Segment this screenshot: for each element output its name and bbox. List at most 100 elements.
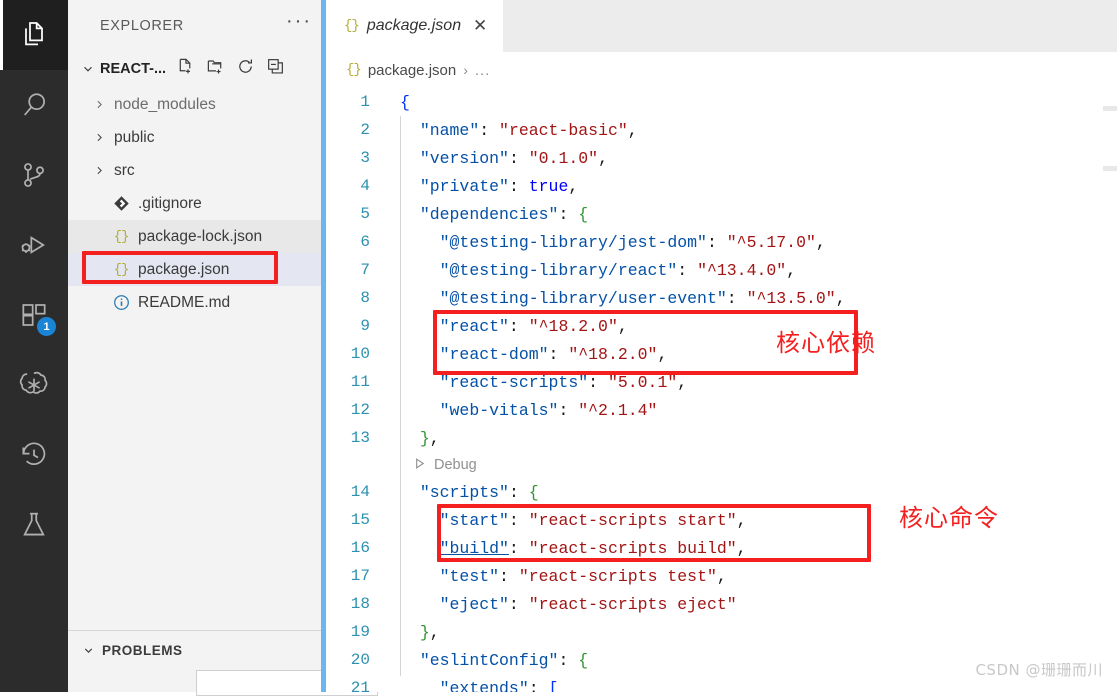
- play-icon: [412, 456, 427, 475]
- codelens-debug[interactable]: Debug: [326, 452, 1117, 478]
- line-content: "eslintConfig": {: [419, 650, 589, 670]
- line-number: 6: [360, 233, 370, 251]
- line-number: 7: [360, 261, 370, 279]
- folder-root-row[interactable]: REACT-...: [68, 52, 326, 86]
- activity-item-testing[interactable]: [0, 490, 68, 560]
- tree-item-gitignore[interactable]: .gitignore: [68, 187, 326, 220]
- codelens-label[interactable]: Debug: [434, 457, 477, 473]
- openai-icon: [18, 369, 50, 401]
- line-number: 17: [350, 567, 370, 585]
- folder-root-name: REACT-...: [100, 61, 167, 77]
- code-editor[interactable]: 1{2 "name": "react-basic", 3 "version": "…: [326, 88, 1117, 692]
- code-line[interactable]: 9 "react": "^18.2.0",: [326, 312, 1117, 340]
- code-line[interactable]: 17 "test": "react-scripts test",: [326, 562, 1117, 590]
- sidebar-more-actions-icon[interactable]: ···: [286, 11, 312, 36]
- code-line[interactable]: 10 "react-dom": "^18.2.0",: [326, 340, 1117, 368]
- code-line[interactable]: 12 "web-vitals": "^2.1.4": [326, 396, 1117, 424]
- breadcrumb-file[interactable]: package.json: [368, 62, 456, 79]
- line-content: "extends": [: [439, 678, 559, 693]
- line-number: 5: [360, 205, 370, 223]
- source-control-icon: [18, 159, 50, 191]
- code-line[interactable]: 7 "@testing-library/react": "^13.4.0",: [326, 256, 1117, 284]
- activity-item-extensions[interactable]: 1: [0, 280, 68, 350]
- line-number: 19: [350, 623, 370, 641]
- activity-item-timeline[interactable]: [0, 420, 68, 490]
- code-line[interactable]: 21 "extends": [: [326, 674, 1117, 693]
- code-line[interactable]: 3 "version": "0.1.0",: [326, 144, 1117, 172]
- problems-panel: PROBLEMS: [68, 630, 378, 696]
- activity-bar: 1: [0, 0, 68, 692]
- tree-item-public[interactable]: public: [68, 121, 326, 154]
- code-line[interactable]: 6 "@testing-library/jest-dom": "^5.17.0"…: [326, 228, 1117, 256]
- tree-item-package-lock-json[interactable]: {} package-lock.json: [68, 220, 326, 253]
- tree-item-label: package-lock.json: [138, 227, 263, 245]
- line-content: "react-scripts": "5.0.1",: [439, 372, 688, 392]
- overview-ruler[interactable]: [1103, 88, 1117, 692]
- line-content: "web-vitals": "^2.1.4": [439, 400, 658, 420]
- files-icon: [18, 19, 50, 51]
- code-line[interactable]: 18 "eject": "react-scripts eject": [326, 590, 1117, 618]
- chevron-right-icon: [90, 164, 108, 177]
- line-content: {: [400, 92, 410, 112]
- activity-item-explorer[interactable]: [0, 0, 68, 70]
- breadcrumb-overflow[interactable]: ...: [475, 62, 491, 79]
- activity-item-source-control[interactable]: [0, 140, 68, 210]
- line-content: },: [419, 428, 440, 448]
- line-number: 21: [350, 679, 370, 692]
- vscode-window: 1 EXPLORER ··· REACT-... node_modules pu…: [0, 0, 1117, 696]
- code-line[interactable]: 16 "build": "react-scripts build",: [326, 534, 1117, 562]
- line-number: 9: [360, 317, 370, 335]
- line-content: "@testing-library/jest-dom": "^5.17.0",: [439, 232, 826, 252]
- problems-header[interactable]: PROBLEMS: [68, 631, 326, 669]
- line-number: 20: [350, 651, 370, 669]
- code-line[interactable]: 4 "private": true,: [326, 172, 1117, 200]
- activity-item-run-and-debug[interactable]: [0, 210, 68, 280]
- line-content: "scripts": {: [419, 482, 539, 502]
- line-content: "eject": "react-scripts eject": [439, 594, 737, 614]
- tab-package-json[interactable]: {} package.json ✕: [326, 0, 504, 52]
- code-line[interactable]: 19 },: [326, 618, 1117, 646]
- line-number: 1: [360, 93, 370, 111]
- line-number: 10: [350, 345, 370, 363]
- line-content: },: [419, 622, 440, 642]
- code-line[interactable]: 1{: [326, 88, 1117, 116]
- code-line[interactable]: 11 "react-scripts": "5.0.1",: [326, 368, 1117, 396]
- tree-item-package-json[interactable]: {} package.json: [68, 253, 326, 286]
- code-line[interactable]: 15 "start": "react-scripts start",: [326, 506, 1117, 534]
- activity-item-chatgpt[interactable]: [0, 350, 68, 420]
- tree-item-node_modules[interactable]: node_modules: [68, 88, 326, 121]
- chevron-down-icon: [78, 59, 98, 79]
- sidebar-filler: [68, 319, 326, 630]
- new-file-icon[interactable]: [176, 57, 195, 81]
- breadcrumb: {} package.json › ...: [326, 52, 1117, 88]
- info-icon: [110, 294, 132, 311]
- activity-item-search[interactable]: [0, 70, 68, 140]
- close-icon[interactable]: ✕: [469, 16, 491, 36]
- line-number: 3: [360, 149, 370, 167]
- chevron-right-icon: [90, 98, 108, 111]
- code-line[interactable]: 13 },: [326, 424, 1117, 452]
- line-content: "dependencies": {: [419, 204, 589, 224]
- code-line[interactable]: 14 "scripts": {: [326, 478, 1117, 506]
- code-line[interactable]: 2 "name": "react-basic",: [326, 116, 1117, 144]
- code-line[interactable]: 8 "@testing-library/user-event": "^13.5.…: [326, 284, 1117, 312]
- new-folder-icon[interactable]: [206, 57, 225, 81]
- tree-item-src[interactable]: src: [68, 154, 326, 187]
- tree-item-readme-md[interactable]: README.md: [68, 286, 326, 319]
- sidebar-explorer: EXPLORER ··· REACT-... node_modules publ…: [68, 0, 378, 696]
- editor-tab-bar: {} package.json ✕: [326, 0, 1117, 52]
- collapse-all-icon[interactable]: [266, 57, 285, 81]
- line-number: 8: [360, 289, 370, 307]
- line-number: 2: [360, 121, 370, 139]
- line-number: 12: [350, 401, 370, 419]
- code-line[interactable]: 5 "dependencies": {: [326, 200, 1117, 228]
- line-content: "@testing-library/react": "^13.4.0",: [439, 260, 797, 280]
- tree-item-label: package.json: [138, 260, 230, 278]
- beaker-icon: [18, 509, 50, 541]
- tree-item-label: src: [114, 161, 135, 179]
- line-content: "build": "react-scripts build",: [439, 538, 747, 558]
- code-line[interactable]: 20 "eslintConfig": {: [326, 646, 1117, 674]
- json-icon: {}: [113, 261, 130, 278]
- ruler-mark: [1103, 166, 1117, 171]
- refresh-icon[interactable]: [236, 57, 255, 81]
